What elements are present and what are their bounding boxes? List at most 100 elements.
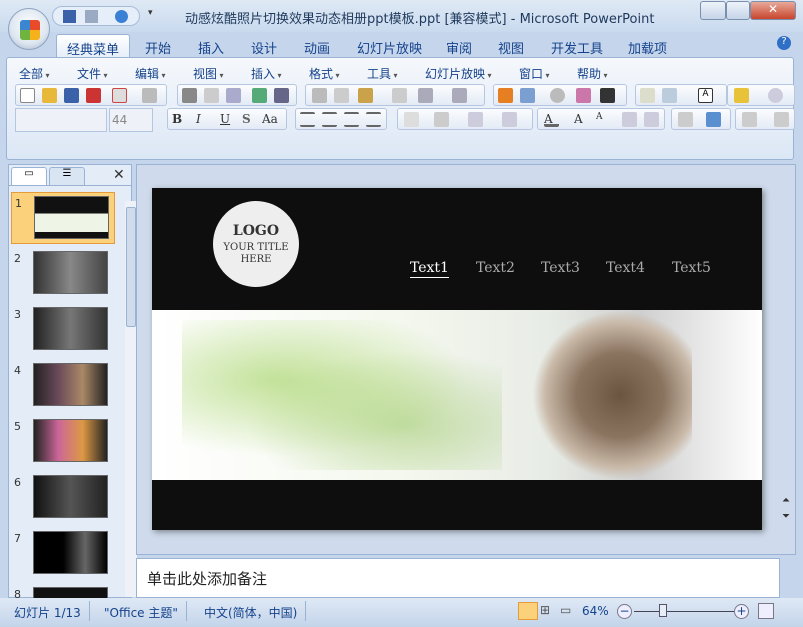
- table-icon[interactable]: [520, 88, 535, 103]
- undo-icon[interactable]: [418, 88, 433, 103]
- zoom-in-button[interactable]: +: [734, 604, 749, 619]
- copy-icon[interactable]: [334, 88, 349, 103]
- menu-view[interactable]: 视图: [193, 65, 224, 82]
- tab-outline[interactable]: ☰: [49, 167, 85, 185]
- slide-canvas[interactable]: LOGO YOUR TITLE HERE Text1 Text2 Text3 T…: [152, 188, 762, 530]
- slide-view-icon[interactable]: [226, 88, 241, 103]
- normal-view-button[interactable]: [518, 602, 538, 620]
- shapes-icon[interactable]: [706, 112, 721, 127]
- help-icon[interactable]: ?: [777, 36, 791, 50]
- folder-icon[interactable]: [734, 88, 749, 103]
- paste-icon[interactable]: [358, 88, 373, 103]
- tab-developer[interactable]: 开发工具: [541, 34, 613, 58]
- language[interactable]: 中文(简体，中国): [196, 601, 307, 621]
- menu-help[interactable]: 帮助: [577, 65, 608, 82]
- paint-bucket-icon[interactable]: [774, 112, 789, 127]
- grayscale-icon[interactable]: [600, 88, 615, 103]
- zoom-slider-thumb[interactable]: [659, 604, 667, 617]
- research-icon[interactable]: [274, 88, 289, 103]
- new-slide-icon[interactable]: [640, 88, 655, 103]
- font-name-combo[interactable]: [15, 108, 107, 132]
- tab-review[interactable]: 审阅: [436, 34, 482, 58]
- open-icon[interactable]: [42, 88, 57, 103]
- print-icon[interactable]: [182, 88, 197, 103]
- textbox-icon[interactable]: A: [698, 88, 713, 103]
- prev-slide-icon[interactable]: ⏶: [782, 495, 790, 506]
- underline-button[interactable]: U: [220, 112, 235, 127]
- grow-font-icon[interactable]: A: [574, 112, 589, 127]
- shape-fill-icon[interactable]: [742, 112, 757, 127]
- slide-thumbnail[interactable]: 4: [11, 360, 115, 412]
- increase-indent-icon[interactable]: [644, 112, 659, 127]
- bold-button[interactable]: B: [172, 112, 187, 127]
- scroll-thumb[interactable]: [126, 207, 136, 327]
- cut-icon[interactable]: [312, 88, 327, 103]
- text-direction-icon[interactable]: [404, 112, 419, 127]
- bullets-icon[interactable]: [502, 112, 517, 127]
- tab-animation[interactable]: 动画: [294, 34, 340, 58]
- tab-design[interactable]: 设计: [241, 34, 287, 58]
- customize-qat-icon[interactable]: ▾: [148, 8, 153, 18]
- decrease-indent-icon[interactable]: [622, 112, 637, 127]
- next-slide-icon[interactable]: ⏷: [782, 511, 790, 522]
- new-icon[interactable]: [20, 88, 35, 103]
- zoom-slider[interactable]: [634, 611, 734, 612]
- tab-slides[interactable]: ▭: [11, 167, 47, 185]
- spelling-icon[interactable]: [252, 88, 267, 103]
- menu-window[interactable]: 窗口: [519, 65, 550, 82]
- hyperlink-icon[interactable]: [550, 88, 565, 103]
- minimize-button[interactable]: [700, 1, 726, 20]
- menu-file[interactable]: 文件: [77, 65, 108, 82]
- tab-slideshow[interactable]: 幻灯片放映: [347, 34, 432, 58]
- permission-icon[interactable]: [112, 88, 127, 103]
- slide-thumbnail[interactable]: 1: [11, 192, 115, 244]
- slideshow-button[interactable]: ▭: [560, 603, 571, 617]
- slide-thumbnail[interactable]: 6: [11, 472, 115, 524]
- redo-icon[interactable]: [115, 10, 128, 23]
- italic-button[interactable]: I: [196, 112, 211, 127]
- change-case-button[interactable]: Aa: [262, 112, 284, 127]
- slide-thumbnail[interactable]: 7: [11, 528, 115, 580]
- notes-pane[interactable]: 单击此处添加备注: [136, 558, 780, 598]
- close-button[interactable]: ✕: [750, 1, 796, 20]
- save-icon[interactable]: [63, 10, 76, 23]
- tab-insert[interactable]: 插入: [188, 34, 234, 58]
- menu-format[interactable]: 格式: [309, 65, 340, 82]
- menu-slideshow[interactable]: 幻灯片放映: [425, 65, 492, 82]
- align-right-icon[interactable]: [344, 112, 359, 127]
- tab-home[interactable]: 开始: [135, 34, 181, 58]
- save-as-icon[interactable]: [86, 88, 101, 103]
- slide-thumbnail[interactable]: 2: [11, 248, 115, 300]
- slide-sorter-button[interactable]: ⊞: [540, 603, 550, 617]
- font-size-combo[interactable]: 44: [109, 108, 153, 132]
- redo-icon[interactable]: [452, 88, 467, 103]
- align-left-icon[interactable]: [300, 112, 315, 127]
- close-pane-icon[interactable]: ✕: [113, 167, 125, 183]
- layout-icon[interactable]: [662, 88, 677, 103]
- tab-view[interactable]: 视图: [488, 34, 534, 58]
- shrink-font-icon[interactable]: A: [596, 112, 611, 127]
- fit-to-window-button[interactable]: [758, 603, 774, 619]
- menu-insert[interactable]: 插入: [251, 65, 282, 82]
- font-color-icon[interactable]: A: [544, 112, 559, 127]
- menu-tools[interactable]: 工具: [367, 65, 398, 82]
- menu-all[interactable]: 全部: [19, 65, 50, 82]
- justify-icon[interactable]: [366, 112, 381, 127]
- numbering-icon[interactable]: [468, 112, 483, 127]
- menu-edit[interactable]: 编辑: [135, 65, 166, 82]
- zoom-level[interactable]: 64%: [582, 604, 609, 618]
- print-preview-icon[interactable]: [204, 88, 219, 103]
- undo-icon[interactable]: [85, 10, 98, 23]
- arrange-icon[interactable]: [678, 112, 693, 127]
- save-icon[interactable]: [64, 88, 79, 103]
- slide-thumbnail[interactable]: 5: [11, 416, 115, 468]
- color-icon[interactable]: [576, 88, 591, 103]
- attach-icon[interactable]: [142, 88, 157, 103]
- zoom-icon[interactable]: [768, 88, 783, 103]
- maximize-button[interactable]: [726, 1, 750, 20]
- tab-classic-menu[interactable]: 经典菜单: [56, 34, 131, 58]
- chart-icon[interactable]: [498, 88, 513, 103]
- slide-thumbnail[interactable]: 8: [11, 584, 115, 598]
- slide-thumbnail[interactable]: 3: [11, 304, 115, 356]
- tab-addins[interactable]: 加载项: [618, 34, 677, 58]
